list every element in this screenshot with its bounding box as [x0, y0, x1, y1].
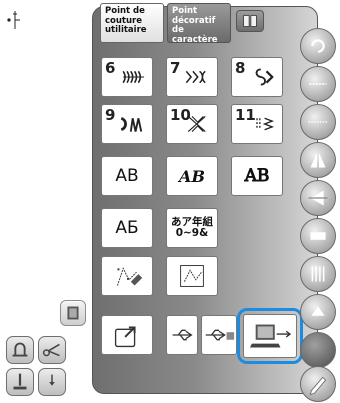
presser-lift-icon — [311, 306, 325, 316]
presser-foot-button[interactable] — [6, 368, 34, 396]
direction-button[interactable] — [300, 180, 336, 216]
memory-pocket-button[interactable] — [60, 300, 86, 326]
my-custom-stitch-key[interactable] — [101, 256, 153, 296]
tab-character-stitch[interactable]: Point décoratif de caractère — [167, 3, 231, 44]
decorative-stitch-icon — [256, 117, 275, 131]
presser-foot-icon — [13, 373, 27, 390]
stitch-category-8[interactable]: 8 — [231, 57, 283, 97]
retrieve-key[interactable] — [101, 315, 153, 355]
stitch-category-10[interactable]: 10 — [166, 104, 218, 144]
stitch-grid-icon — [180, 265, 204, 287]
font-outline-label: AB — [244, 166, 270, 187]
retrieve-icon — [114, 326, 136, 348]
stitch-category-6[interactable]: 6 — [101, 57, 153, 97]
font-gothic-key[interactable]: AB — [101, 156, 153, 196]
needle-down-icon — [49, 374, 55, 386]
usb-media-key[interactable] — [201, 315, 237, 355]
mirror-button[interactable] — [300, 142, 336, 178]
book-icon — [243, 15, 257, 27]
presser-lift-button[interactable] — [300, 294, 336, 330]
font-gothic-label: AB — [115, 166, 139, 186]
memory-pocket-icon — [67, 306, 79, 320]
back-button[interactable] — [300, 28, 336, 64]
tension-button[interactable] — [300, 256, 336, 292]
edit-button[interactable] — [300, 366, 336, 402]
scissors-icon — [42, 343, 60, 357]
decorative-stitch-icon — [187, 115, 206, 133]
pencil-icon — [309, 376, 327, 395]
decorative-stitch-icon — [255, 68, 274, 86]
needle-position-icon — [6, 10, 22, 30]
direction-icon — [308, 190, 328, 206]
auto-lock-button[interactable] — [300, 66, 336, 102]
mirror-icon — [310, 152, 326, 168]
usb-media-icon — [205, 329, 235, 341]
decorative-stitch-icon — [122, 70, 145, 84]
scissors-button[interactable] — [38, 336, 66, 364]
thread-cutter-button[interactable] — [6, 336, 34, 364]
usb-icon — [172, 329, 193, 341]
thread-cutter-icon — [12, 342, 28, 357]
font-script-key[interactable]: AB — [166, 156, 218, 196]
font-cyrillic-label: АБ — [115, 218, 139, 238]
stitch-category-7[interactable]: 7 — [166, 57, 218, 97]
width-button[interactable] — [300, 218, 336, 254]
stitch-category-9[interactable]: 9 — [101, 104, 153, 144]
stitch-category-11[interactable]: 11 — [231, 104, 283, 144]
width-icon — [310, 232, 326, 240]
font-japanese-label: あア年組 0~9& — [171, 216, 213, 239]
custom-stitch-icon — [117, 267, 143, 286]
back-icon — [311, 39, 325, 53]
font-japanese-key[interactable]: あア年組 0~9& — [166, 208, 218, 248]
decorative-stitch-icon — [120, 116, 143, 132]
manual-button[interactable] — [236, 10, 264, 32]
auto-lock-icon — [309, 83, 327, 85]
tab-utility-stitch[interactable]: Point de couture utilitaire — [100, 3, 164, 43]
font-script-label: AB — [179, 166, 205, 186]
needle-down-button[interactable] — [38, 368, 66, 396]
decorative-stitch-icon — [185, 70, 206, 84]
memory-button[interactable] — [300, 332, 336, 368]
tension-icon — [311, 266, 325, 282]
sewing-stitch-button[interactable] — [300, 104, 336, 140]
usb-key[interactable] — [166, 315, 198, 355]
sewing-stitch-icon — [308, 121, 328, 123]
font-cyrillic-key[interactable]: АБ — [101, 208, 153, 248]
selection-highlight — [237, 308, 303, 364]
font-outline-key[interactable]: AB — [231, 156, 283, 196]
saved-stitch-key[interactable] — [166, 256, 218, 296]
sewing-machine-screen: Point de couture utilitaire Point décora… — [0, 0, 340, 403]
